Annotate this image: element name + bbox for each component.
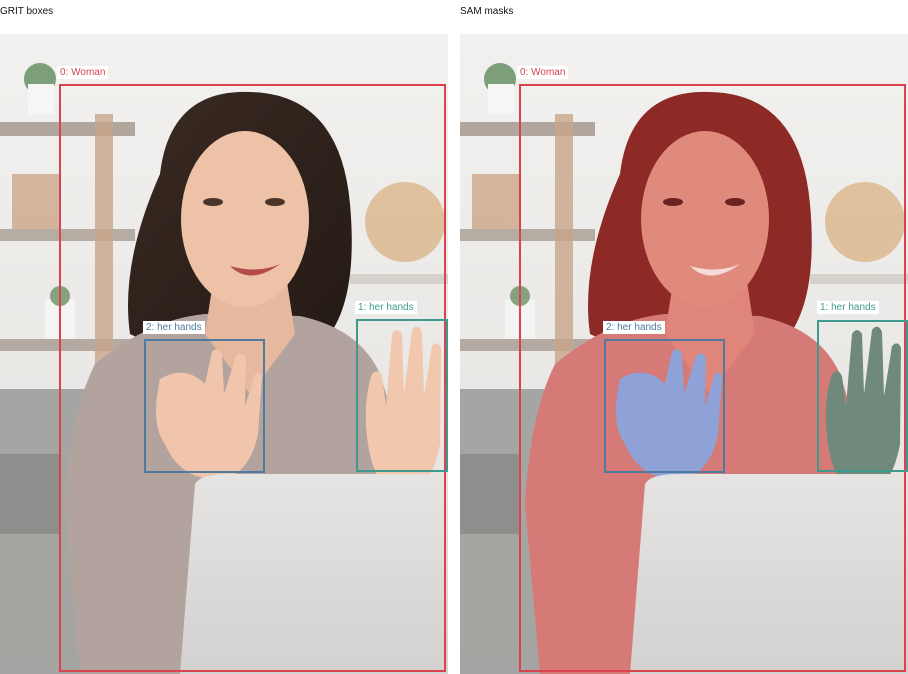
grit-panel: 0: Woman 1: her hands 2: her hands — [0, 34, 448, 674]
sam-bbox-label-hands-left: 2: her hands — [603, 321, 665, 334]
bbox-label-hands-right: 1: her hands — [355, 301, 417, 314]
bbox-label-woman: 0: Woman — [57, 66, 109, 79]
panel-title-grit: GRIT boxes — [0, 6, 54, 17]
bbox-hands-left — [144, 339, 265, 473]
sam-bbox-hands-right — [817, 320, 908, 472]
sam-bbox-label-woman: 0: Woman — [517, 66, 569, 79]
bbox-label-hands-left: 2: her hands — [143, 321, 205, 334]
sam-bbox-label-hands-right: 1: her hands — [817, 301, 879, 314]
bbox-hands-right — [356, 319, 448, 472]
panel-title-sam: SAM masks — [460, 6, 514, 17]
sam-bbox-hands-left — [604, 339, 725, 473]
sam-panel: 0: Woman 1: her hands 2: her hands — [460, 34, 908, 674]
